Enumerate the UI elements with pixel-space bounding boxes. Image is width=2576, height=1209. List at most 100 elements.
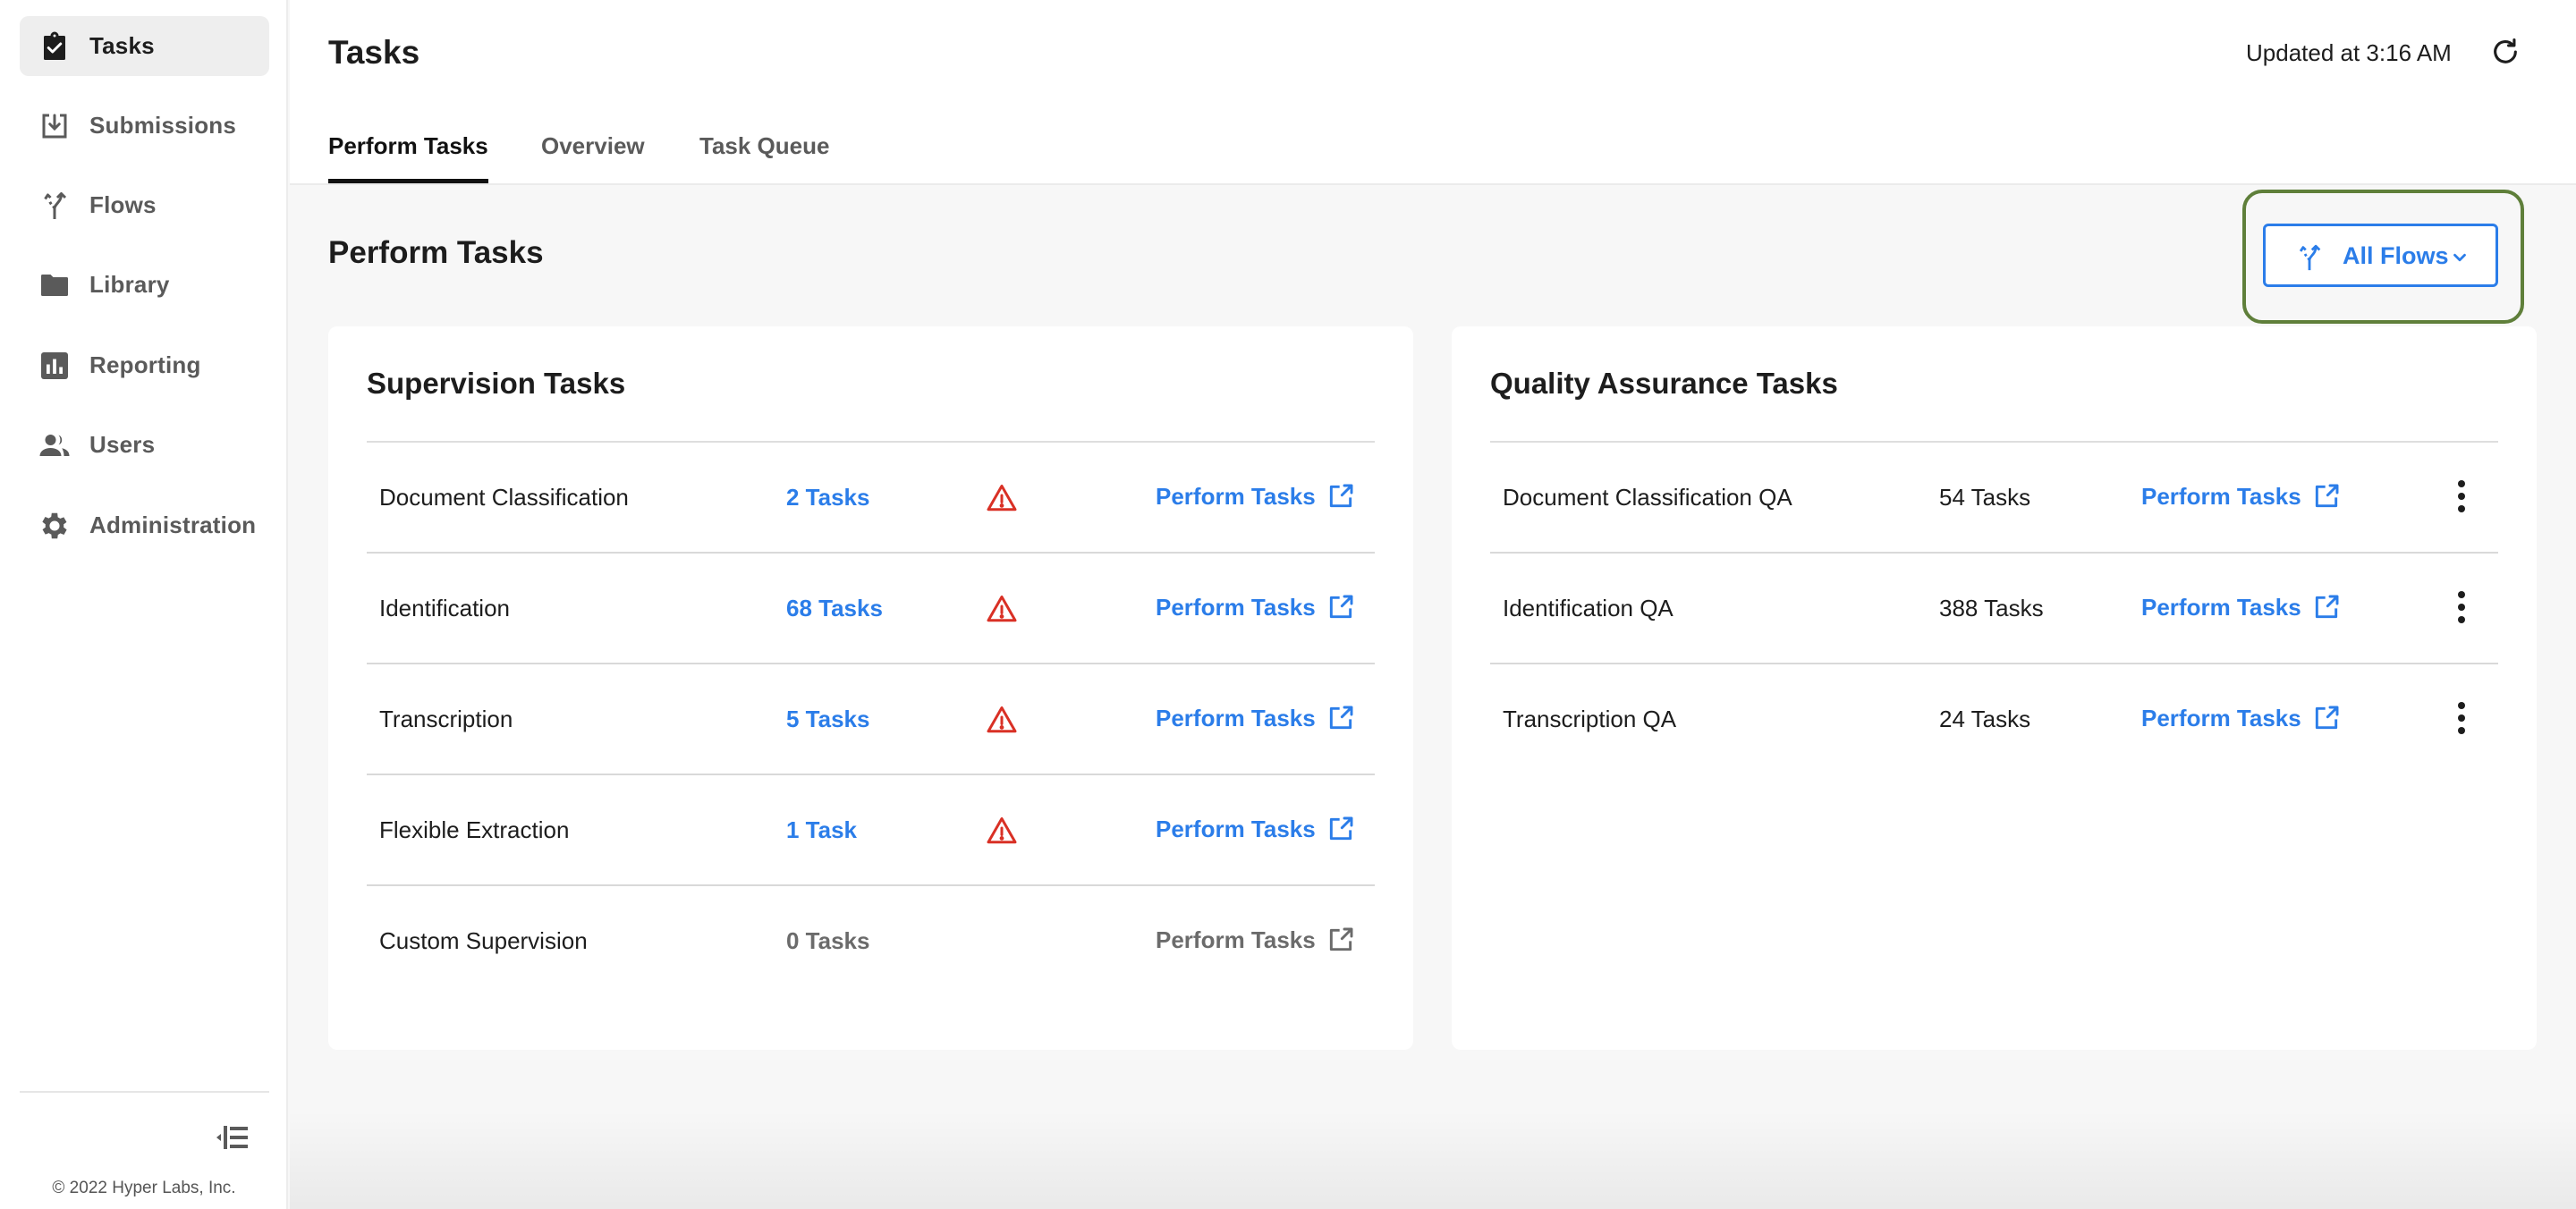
task-name: Identification [379,595,510,621]
task-count-link[interactable]: 1 Task [786,816,857,844]
external-link-icon [1326,593,1355,621]
sidebar-item-submissions[interactable]: Submissions [20,96,269,156]
users-icon [38,428,72,462]
more-options-button[interactable] [2448,478,2475,518]
task-name: Transcription [379,706,513,732]
perform-tasks-link: Perform Tasks [1156,926,1355,954]
collapse-sidebar-button[interactable] [213,1123,252,1155]
bottom-shade [290,1111,2576,1209]
perform-tasks-link[interactable]: Perform Tasks [1156,593,1355,621]
warning-icon [986,482,1018,514]
sidebar-item-label: Submissions [89,112,237,139]
sidebar-item-reporting[interactable]: Reporting [20,335,269,395]
collapse-sidebar-icon [215,1124,250,1155]
perform-tasks-link[interactable]: Perform Tasks [2141,704,2341,732]
task-name: Custom Supervision [379,927,588,954]
all-flows-dropdown[interactable]: All Flows [2263,224,2498,287]
task-name: Document Classification QA [1503,484,1792,511]
supervision-task-row: Identification 68 Tasks Perform Tasks [367,554,1375,664]
qa-task-row: Document Classification QA 54 Tasks Perfor… [1490,443,2498,554]
folder-icon [38,268,72,302]
perform-tasks-label: Perform Tasks [1156,704,1316,731]
updated-timestamp: Updated at 3:16 AM [2246,39,2452,66]
external-link-icon [1326,482,1355,511]
sidebar: Tasks Submissions Flows Library Reportin… [0,0,288,1209]
perform-tasks-label: Perform Tasks [1156,593,1316,621]
sidebar-item-label: Flows [89,191,157,218]
perform-tasks-link[interactable]: Perform Tasks [1156,704,1355,732]
sidebar-item-label: Library [89,271,170,298]
copyright: © 2022 Hyper Labs, Inc. [52,1179,236,1197]
tab-overview[interactable]: Overview [541,132,645,183]
sidebar-item-flows[interactable]: Flows [20,175,269,235]
bar-chart-icon [38,349,72,383]
perform-tasks-label: Perform Tasks [2141,593,2301,621]
task-count-link[interactable]: 2 Tasks [786,484,869,512]
task-count: 24 Tasks [1939,706,2031,732]
page-header: Tasks Updated at 3:16 AM Perform Tasks O… [290,0,2576,185]
sidebar-item-users[interactable]: Users [20,415,269,475]
external-link-icon [2312,593,2341,621]
sidebar-item-label: Administration [89,512,257,538]
page-title: Tasks [328,34,420,71]
task-name: Identification QA [1503,595,1674,621]
sidebar-item-tasks[interactable]: Tasks [20,16,269,76]
task-count: 388 Tasks [1939,595,2044,621]
more-options-button[interactable] [2448,700,2475,740]
perform-tasks-link[interactable]: Perform Tasks [2141,593,2341,621]
all-flows-label: All Flows [2343,242,2449,269]
warning-icon [986,704,1018,736]
kebab-menu-icon [2456,589,2467,630]
task-count: 54 Tasks [1939,484,2031,511]
external-link-icon [2312,482,2341,511]
perform-tasks-label: Perform Tasks [1156,482,1316,510]
tab-task-queue[interactable]: Task Queue [699,132,829,183]
inbox-download-icon [38,109,72,143]
task-count-link[interactable]: 5 Tasks [786,706,869,733]
sidebar-item-administration[interactable]: Administration [20,495,269,555]
perform-tasks-label: Perform Tasks [1156,815,1316,842]
task-count-link: 0 Tasks [786,927,870,954]
qa-task-row: Identification QA 388 Tasks Perform Tasks [1490,554,2498,664]
card-title: Quality Assurance Tasks [1490,367,1838,400]
sidebar-item-label: Users [89,431,156,458]
external-link-icon [1326,926,1355,954]
task-count-link[interactable]: 68 Tasks [786,595,883,622]
gear-icon [38,509,72,543]
task-name: Document Classification [379,484,629,511]
supervision-task-row: Custom Supervision 0 Tasks Perform Tasks [367,886,1375,997]
clipboard-check-icon [38,30,72,63]
perform-tasks-link[interactable]: Perform Tasks [2141,482,2341,511]
qa-task-row: Transcription QA 24 Tasks Perform Tasks [1490,664,2498,775]
section-title: Perform Tasks [328,235,544,270]
warning-icon [986,815,1018,847]
external-link-icon [2312,704,2341,732]
flow-split-icon [38,189,72,223]
task-name: Transcription QA [1503,706,1677,732]
supervision-task-row: Document Classification 2 Tasks Perform Ta… [367,443,1375,554]
perform-tasks-label: Perform Tasks [1156,926,1316,953]
sidebar-divider [20,1091,269,1093]
supervision-tasks-card: Supervision Tasks Document Classificatio… [328,326,1413,1050]
external-link-icon [1326,704,1355,732]
supervision-task-row: Transcription 5 Tasks Perform Tasks [367,664,1375,775]
sidebar-item-label: Reporting [89,351,201,378]
perform-tasks-link[interactable]: Perform Tasks [1156,815,1355,843]
refresh-button[interactable] [2487,36,2523,72]
chevron-down-icon [2450,248,2470,267]
kebab-menu-icon [2456,700,2467,740]
tab-perform-tasks[interactable]: Perform Tasks [328,132,488,183]
sidebar-item-label: Tasks [89,32,155,59]
sidebar-item-library[interactable]: Library [20,255,269,315]
perform-tasks-label: Perform Tasks [2141,482,2301,510]
perform-tasks-label: Perform Tasks [2141,704,2301,731]
external-link-icon [1326,815,1355,843]
warning-icon [986,593,1018,625]
refresh-icon [2490,37,2521,72]
supervision-task-row: Flexible Extraction 1 Task Perform Tasks [367,775,1375,886]
flow-split-icon [2294,242,2325,273]
more-options-button[interactable] [2448,589,2475,629]
card-title: Supervision Tasks [367,367,626,400]
perform-tasks-link[interactable]: Perform Tasks [1156,482,1355,511]
qa-tasks-card: Quality Assurance Tasks Document Classif… [1452,326,2537,1050]
